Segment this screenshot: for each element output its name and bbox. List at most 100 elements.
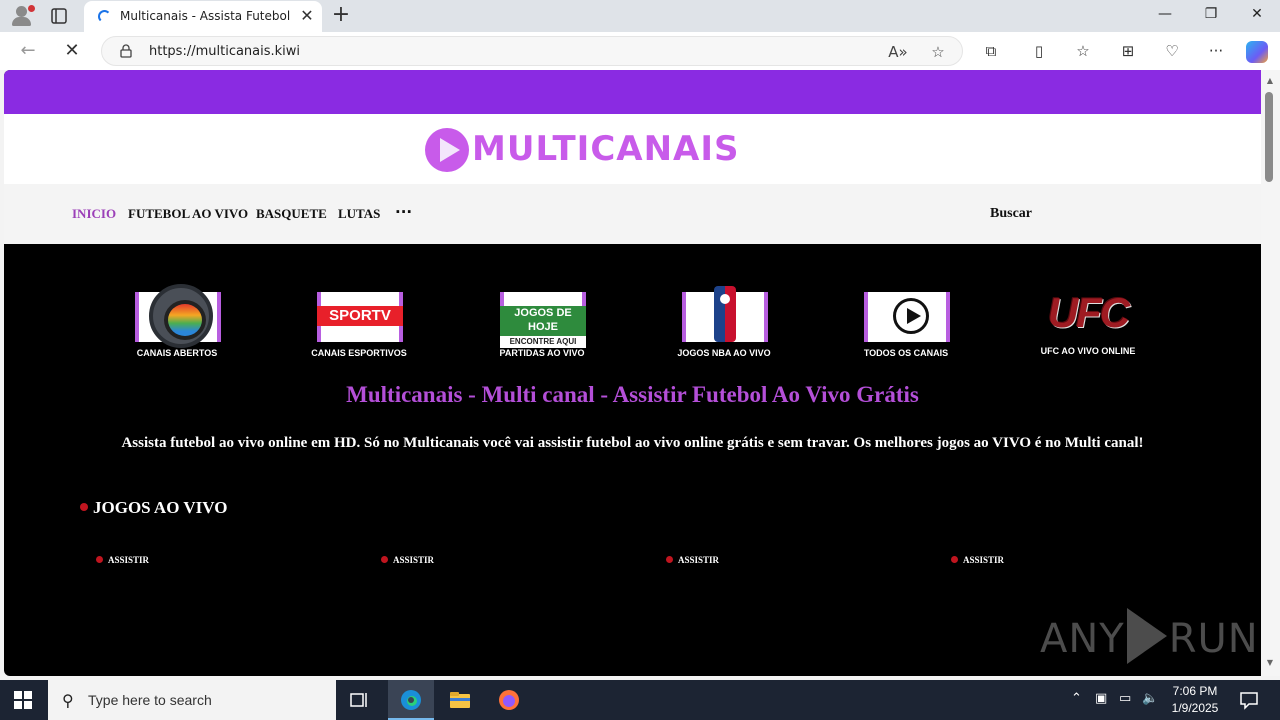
restore-button[interactable]: ❐ bbox=[1196, 6, 1226, 26]
live-dot-icon bbox=[381, 556, 388, 563]
channel-ufc[interactable]: UFC UFC AO VIVO ONLINE bbox=[1023, 286, 1153, 366]
browser-tab-active[interactable]: Multicanais - Assista Futebol Ao ✕ bbox=[84, 1, 322, 32]
live-dot-icon bbox=[96, 556, 103, 563]
nav-item-basquete[interactable]: BASQUETE bbox=[256, 206, 327, 222]
channel-label: TODOS OS CANAIS bbox=[863, 348, 949, 358]
file-explorer-icon[interactable] bbox=[448, 688, 472, 712]
watermark-left: ANY bbox=[1040, 616, 1125, 662]
loading-spinner-icon bbox=[98, 10, 111, 23]
watch-link-label[interactable]: ASSISTIR bbox=[393, 555, 434, 565]
page-title: Multicanais - Multi canal - Assistir Fut… bbox=[346, 382, 919, 407]
clock-date: 1/9/2025 bbox=[1171, 701, 1219, 715]
edge-icon bbox=[401, 690, 421, 710]
watch-link[interactable]: ASSISTIR bbox=[381, 555, 434, 565]
tray-device-icon[interactable]: ▣ bbox=[1095, 691, 1107, 706]
nav-item-lutas[interactable]: LUTAS bbox=[338, 206, 380, 222]
jogos-logo-sub: ENCONTRE AQUI bbox=[500, 336, 586, 348]
network-icon[interactable]: ▭ bbox=[1119, 691, 1131, 706]
ufc-icon: UFC bbox=[1047, 289, 1130, 336]
settings-more-icon[interactable]: ··· bbox=[1205, 41, 1227, 61]
live-dot-icon bbox=[951, 556, 958, 563]
channel-todos-os-canais[interactable]: TODOS OS CANAIS bbox=[841, 286, 971, 366]
notifications-icon[interactable] bbox=[1237, 688, 1261, 712]
stop-loading-button[interactable]: ✕ bbox=[61, 40, 83, 62]
taskbar-edge-button[interactable] bbox=[388, 680, 434, 720]
favorites-icon[interactable]: ☆ bbox=[1072, 41, 1094, 61]
logo-play-icon[interactable] bbox=[425, 128, 469, 172]
favorite-star-icon[interactable]: ☆ bbox=[928, 42, 948, 62]
watch-link-label[interactable]: ASSISTIR bbox=[963, 555, 1004, 565]
watch-link-label[interactable]: ASSISTIR bbox=[678, 555, 719, 565]
nav-item-futebol-ao-vivo[interactable]: FUTEBOL AO VIVO bbox=[128, 206, 248, 222]
back-button[interactable]: ← bbox=[17, 40, 39, 62]
channel-partidas-ao-vivo[interactable]: JOGOS DE HOJE ENCONTRE AQUI PARTIDAS AO … bbox=[477, 286, 607, 366]
close-tab-icon[interactable]: ✕ bbox=[298, 7, 316, 25]
read-aloud-icon[interactable]: A» bbox=[888, 42, 908, 62]
nba-icon bbox=[714, 286, 736, 342]
new-tab-button[interactable]: + bbox=[330, 4, 352, 26]
site-logo[interactable]: MULTICANAIS bbox=[472, 129, 740, 169]
channel-label: UFC AO VIVO ONLINE bbox=[1040, 346, 1136, 356]
sportv-icon: SPORTV bbox=[317, 306, 403, 326]
nav-more-icon[interactable]: ··· bbox=[395, 203, 412, 221]
page-scrollbar[interactable]: ▲ ▼ bbox=[1261, 70, 1280, 676]
scroll-down-icon[interactable]: ▼ bbox=[1265, 658, 1275, 667]
search-icon: ⚲ bbox=[62, 691, 74, 710]
minimize-button[interactable]: — bbox=[1150, 6, 1180, 26]
address-bar[interactable]: https://multicanais.kiwi A» ☆ bbox=[101, 36, 963, 66]
watch-link[interactable]: ASSISTIR bbox=[951, 555, 1004, 565]
scroll-thumb[interactable] bbox=[1265, 92, 1273, 182]
page-viewport: MULTICANAIS INICIO FUTEBOL AO VIVO BASQU… bbox=[4, 70, 1261, 676]
tray-chevron-up-icon[interactable]: ⌃ bbox=[1071, 691, 1082, 706]
channel-label: CANAIS ABERTOS bbox=[136, 348, 218, 358]
scroll-up-icon[interactable]: ▲ bbox=[1265, 76, 1275, 85]
sportv-logo-text: SPORTV bbox=[329, 307, 391, 324]
globo-icon bbox=[149, 284, 213, 348]
extensions-icon[interactable]: ⧉ bbox=[980, 41, 1002, 61]
windows-taskbar: ⚲ Type here to search ⌃ ▣ ▭ 🔈 7:06 PM 1/… bbox=[0, 680, 1280, 720]
site-top-band bbox=[4, 70, 1261, 114]
channel-label: CANAIS ESPORTIVOS bbox=[311, 348, 407, 358]
watermark-play-icon bbox=[1126, 608, 1167, 664]
watermark-right: RUN bbox=[1168, 616, 1259, 662]
tab-title: Multicanais - Assista Futebol Ao bbox=[120, 9, 290, 23]
tab-actions-icon[interactable] bbox=[50, 7, 68, 25]
channel-canais-abertos[interactable]: CANAIS ABERTOS bbox=[112, 284, 242, 366]
task-view-icon[interactable] bbox=[348, 688, 372, 712]
anyrun-watermark: ANY RUN bbox=[1040, 608, 1259, 664]
channel-label: PARTIDAS AO VIVO bbox=[499, 348, 585, 358]
live-dot-icon bbox=[80, 503, 88, 511]
split-screen-icon[interactable]: ▯ bbox=[1028, 41, 1050, 61]
watch-link-label[interactable]: ASSISTIR bbox=[108, 555, 149, 565]
firefox-icon[interactable] bbox=[497, 688, 521, 712]
jogos-de-hoje-icon: JOGOS DE HOJE ENCONTRE AQUI bbox=[500, 306, 586, 348]
channel-label: JOGOS NBA AO VIVO bbox=[677, 348, 771, 358]
browser-essentials-icon[interactable]: ♡ bbox=[1161, 41, 1183, 61]
lock-icon[interactable] bbox=[120, 44, 132, 58]
collections-icon[interactable]: ⊞ bbox=[1117, 41, 1139, 61]
browser-tabstrip: Multicanais - Assista Futebol Ao ✕ + — ❐… bbox=[0, 0, 1280, 32]
taskbar-clock[interactable]: 7:06 PM 1/9/2025 bbox=[1166, 683, 1224, 717]
search-link[interactable]: Buscar bbox=[990, 206, 1032, 222]
taskbar-search-placeholder[interactable]: Type here to search bbox=[88, 692, 212, 708]
play-icon bbox=[893, 298, 929, 334]
close-window-button[interactable]: ✕ bbox=[1242, 6, 1272, 26]
live-games-heading: JOGOS AO VIVO bbox=[80, 498, 227, 518]
nav-item-inicio[interactable]: INICIO bbox=[72, 206, 116, 222]
live-games-title: JOGOS AO VIVO bbox=[93, 498, 228, 517]
browser-toolbar: ← ✕ https://multicanais.kiwi A» ☆ ⧉ ▯ ☆ … bbox=[0, 32, 1280, 70]
taskbar-search-box[interactable]: ⚲ Type here to search bbox=[48, 680, 336, 720]
site-nav: INICIO FUTEBOL AO VIVO BASQUETE LUTAS ··… bbox=[4, 184, 1261, 244]
url-text[interactable]: https://multicanais.kiwi bbox=[149, 44, 300, 59]
channel-nba[interactable]: JOGOS NBA AO VIVO bbox=[659, 286, 789, 366]
watch-link[interactable]: ASSISTIR bbox=[666, 555, 719, 565]
site-header: MULTICANAIS bbox=[4, 114, 1261, 184]
channel-canais-esportivos[interactable]: SPORTV CANAIS ESPORTIVOS bbox=[294, 286, 424, 366]
watch-link[interactable]: ASSISTIR bbox=[96, 555, 149, 565]
jogos-logo-text: JOGOS DE HOJE bbox=[514, 307, 572, 333]
copilot-icon[interactable] bbox=[1246, 41, 1268, 63]
profile-avatar-icon[interactable] bbox=[10, 5, 35, 27]
clock-time: 7:06 PM bbox=[1172, 684, 1218, 698]
volume-icon[interactable]: 🔈 bbox=[1142, 691, 1158, 706]
windows-start-icon[interactable] bbox=[14, 691, 32, 709]
